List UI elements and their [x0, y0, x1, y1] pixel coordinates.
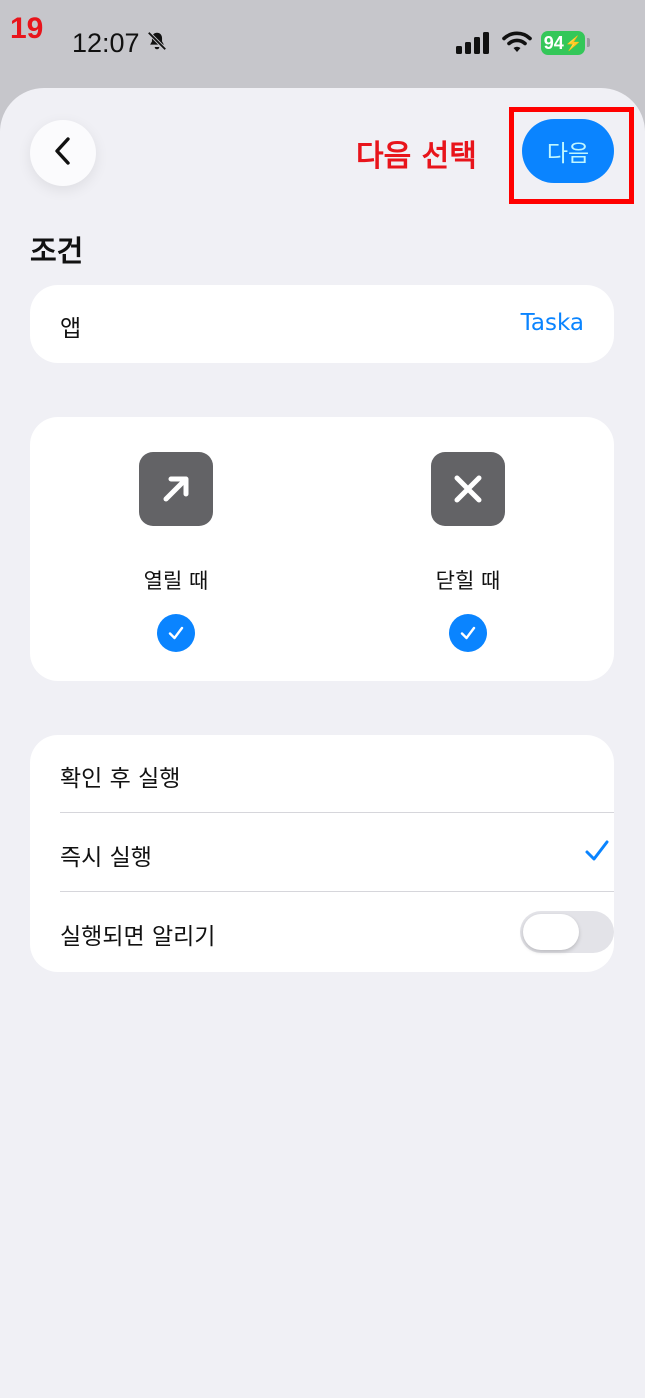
notify-toggle[interactable]: [520, 911, 614, 953]
app-row[interactable]: 앱 Taska: [30, 285, 614, 363]
divider: [60, 891, 614, 892]
trigger-card: 열릴 때 닫힐 때: [30, 417, 614, 681]
battery-cap: [587, 38, 590, 47]
option-run-after-confirm[interactable]: 확인 후 실행: [60, 735, 614, 814]
toggle-knob: [523, 914, 579, 950]
trigger-closed[interactable]: 닫힐 때: [322, 417, 614, 681]
chevron-left-icon: [53, 136, 73, 170]
status-bar: 19 12:07 94 ⚡: [0, 0, 645, 88]
trigger-opened[interactable]: 열릴 때: [30, 417, 322, 681]
checkmark-circle-icon[interactable]: [449, 614, 487, 652]
battery-level: 94: [543, 32, 564, 53]
annotation-instruction: 다음 선택: [356, 139, 477, 174]
step-number-label: 19: [10, 12, 44, 45]
divider: [60, 812, 614, 813]
bell-slash-icon: [146, 30, 168, 56]
options-card: 확인 후 실행 즉시 실행 실행되면 알리기: [30, 735, 614, 972]
next-button[interactable]: 다음: [522, 119, 614, 183]
section-title: 조건: [30, 234, 84, 268]
signal-icon: [456, 32, 492, 58]
checkmark-circle-icon[interactable]: [157, 614, 195, 652]
app-label: 앱: [60, 316, 82, 342]
bolt-icon: ⚡: [564, 34, 583, 51]
option-label: 즉시 실행: [60, 845, 152, 871]
app-value[interactable]: Taska: [521, 310, 584, 336]
option-label: 실행되면 알리기: [60, 924, 216, 950]
back-button[interactable]: [30, 120, 96, 186]
x-mark-icon: [431, 452, 505, 526]
checkmark-icon: [584, 838, 610, 868]
trigger-opened-label: 열릴 때: [143, 569, 209, 593]
arrow-up-right-icon: [139, 452, 213, 526]
wifi-icon: [502, 30, 532, 58]
option-label: 확인 후 실행: [60, 766, 181, 792]
battery-icon: 94 ⚡: [541, 31, 585, 55]
option-notify-when-run: 실행되면 알리기: [60, 893, 614, 972]
trigger-closed-label: 닫힐 때: [435, 569, 501, 593]
status-time: 12:07: [72, 28, 140, 58]
option-run-immediately[interactable]: 즉시 실행: [60, 814, 614, 893]
